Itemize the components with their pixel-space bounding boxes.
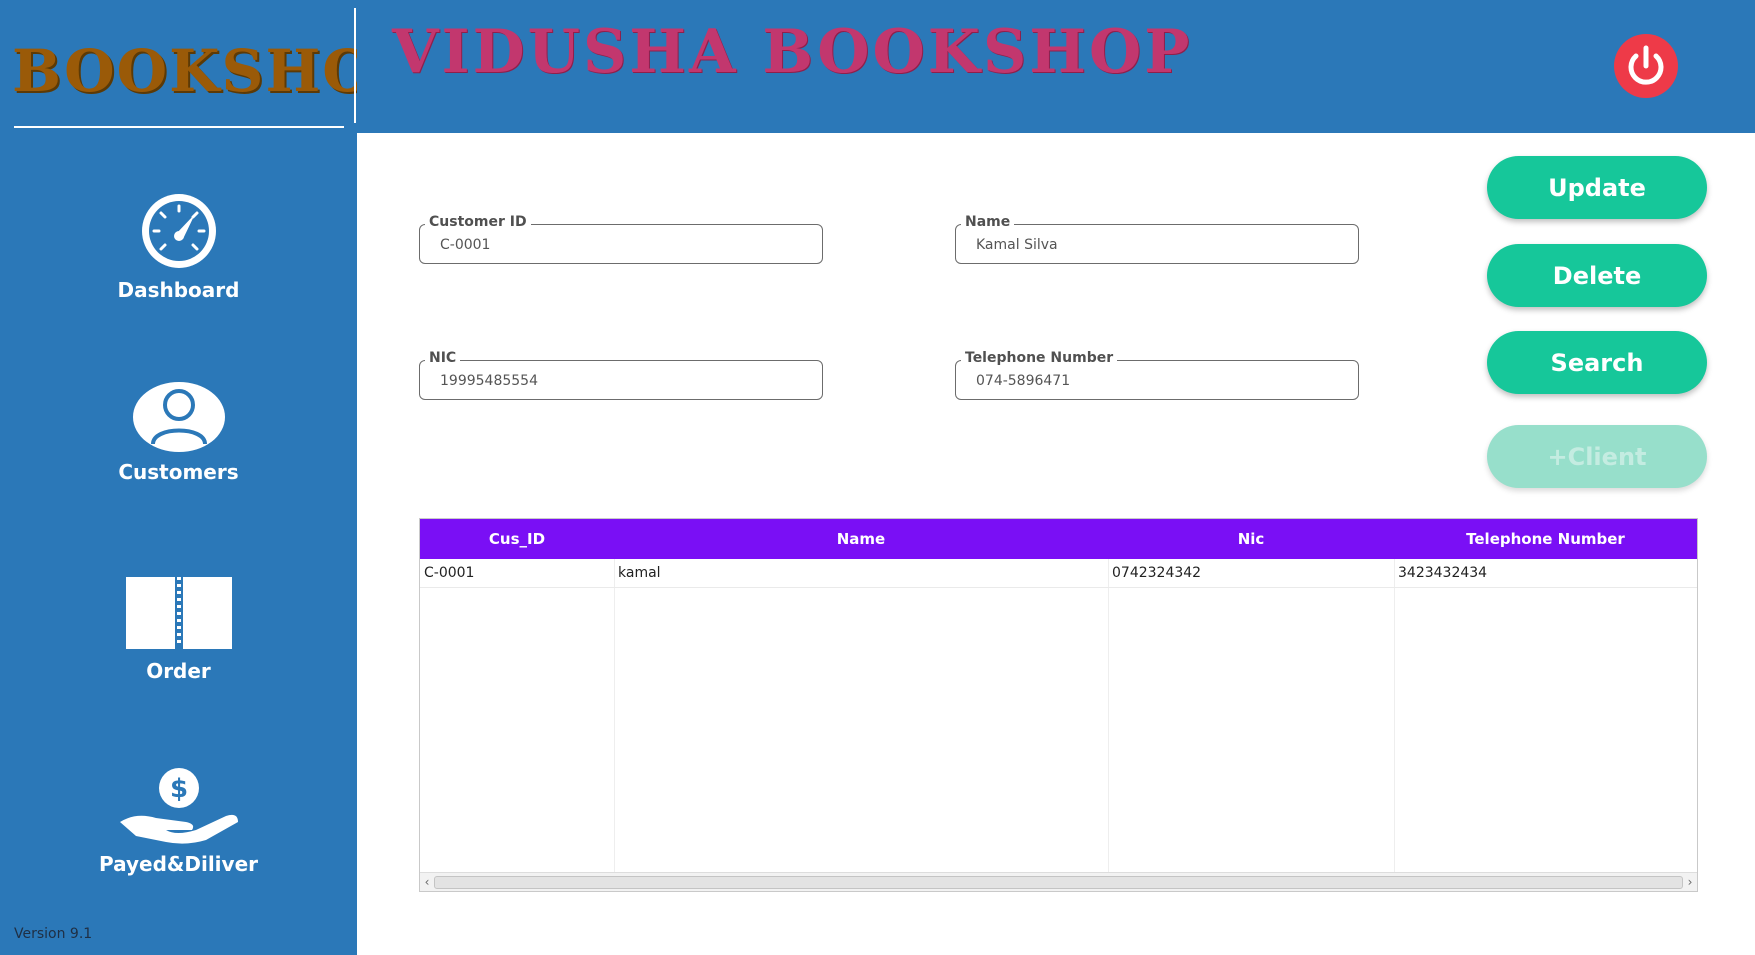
version-label: Version 9.1 (14, 926, 93, 942)
delete-button[interactable]: Delete (1487, 244, 1707, 307)
money-hand-icon: $ (119, 768, 238, 844)
scrollbar-thumb[interactable] (434, 876, 1683, 889)
cell-nic: 0742324342 (1112, 565, 1202, 581)
logo-divider (14, 126, 344, 128)
scroll-left-icon[interactable]: ‹ (421, 873, 433, 891)
customer-id-field: Customer ID (419, 214, 823, 264)
sidebar-item-customers[interactable]: Customers (0, 380, 357, 484)
sidebar-item-dashboard[interactable]: Dashboard (0, 190, 357, 302)
column-header-nic[interactable]: Nic (1108, 519, 1394, 559)
telephone-label: Telephone Number (961, 350, 1118, 366)
name-label: Name (961, 214, 1015, 230)
column-header-name[interactable]: Name (614, 519, 1108, 559)
add-client-button[interactable]: +Client (1487, 425, 1707, 488)
column-divider (614, 559, 615, 872)
sidebar-item-label: Dashboard (117, 278, 240, 302)
column-divider (1108, 559, 1109, 872)
sidebar: BOOKSHOP Dashboard Customers Order $ Pay… (0, 0, 418, 955)
nic-input[interactable] (440, 373, 800, 389)
table-header: Cus_ID Name Nic Telephone Number (420, 519, 1697, 559)
sidebar-item-label: Customers (118, 460, 239, 484)
column-header-cus-id[interactable]: Cus_ID (420, 519, 614, 559)
nic-field: NIC (419, 350, 823, 400)
table-row[interactable]: C-0001 kamal 0742324342 3423432434 (420, 559, 1697, 588)
search-button[interactable]: Search (1487, 331, 1707, 394)
cell-cus-id: C-0001 (424, 565, 475, 581)
cell-name: kamal (618, 565, 661, 581)
name-field: Name (955, 214, 1359, 264)
customers-table: Cus_ID Name Nic Telephone Number C-0001 … (419, 518, 1698, 892)
sidebar-item-order[interactable]: Order (0, 573, 357, 683)
sidebar-item-label: Payed&Diliver (99, 852, 258, 876)
sidebar-item-label: Order (146, 659, 211, 683)
user-icon (132, 382, 225, 452)
svg-text:$: $ (169, 774, 187, 804)
horizontal-scrollbar[interactable]: ‹ › (420, 872, 1697, 891)
nic-label: NIC (425, 350, 461, 366)
column-divider (1394, 559, 1395, 872)
page-title: VIDUSHA BOOKSHOP (392, 17, 1193, 87)
power-icon (1628, 45, 1664, 85)
customer-id-input[interactable] (440, 237, 800, 253)
speedometer-icon (141, 194, 216, 268)
power-button[interactable] (1614, 34, 1678, 98)
telephone-field: Telephone Number (955, 350, 1359, 400)
book-icon (125, 573, 232, 653)
telephone-input[interactable] (976, 373, 1336, 389)
cell-telephone: 3423432434 (1398, 565, 1488, 581)
header-divider (354, 8, 356, 123)
customer-id-label: Customer ID (425, 214, 531, 230)
update-button[interactable]: Update (1487, 156, 1707, 219)
sidebar-item-payed-deliver[interactable]: $ Payed&Diliver (0, 766, 357, 876)
name-input[interactable] (976, 237, 1336, 253)
column-header-telephone[interactable]: Telephone Number (1394, 519, 1697, 559)
scroll-right-icon[interactable]: › (1684, 873, 1696, 891)
